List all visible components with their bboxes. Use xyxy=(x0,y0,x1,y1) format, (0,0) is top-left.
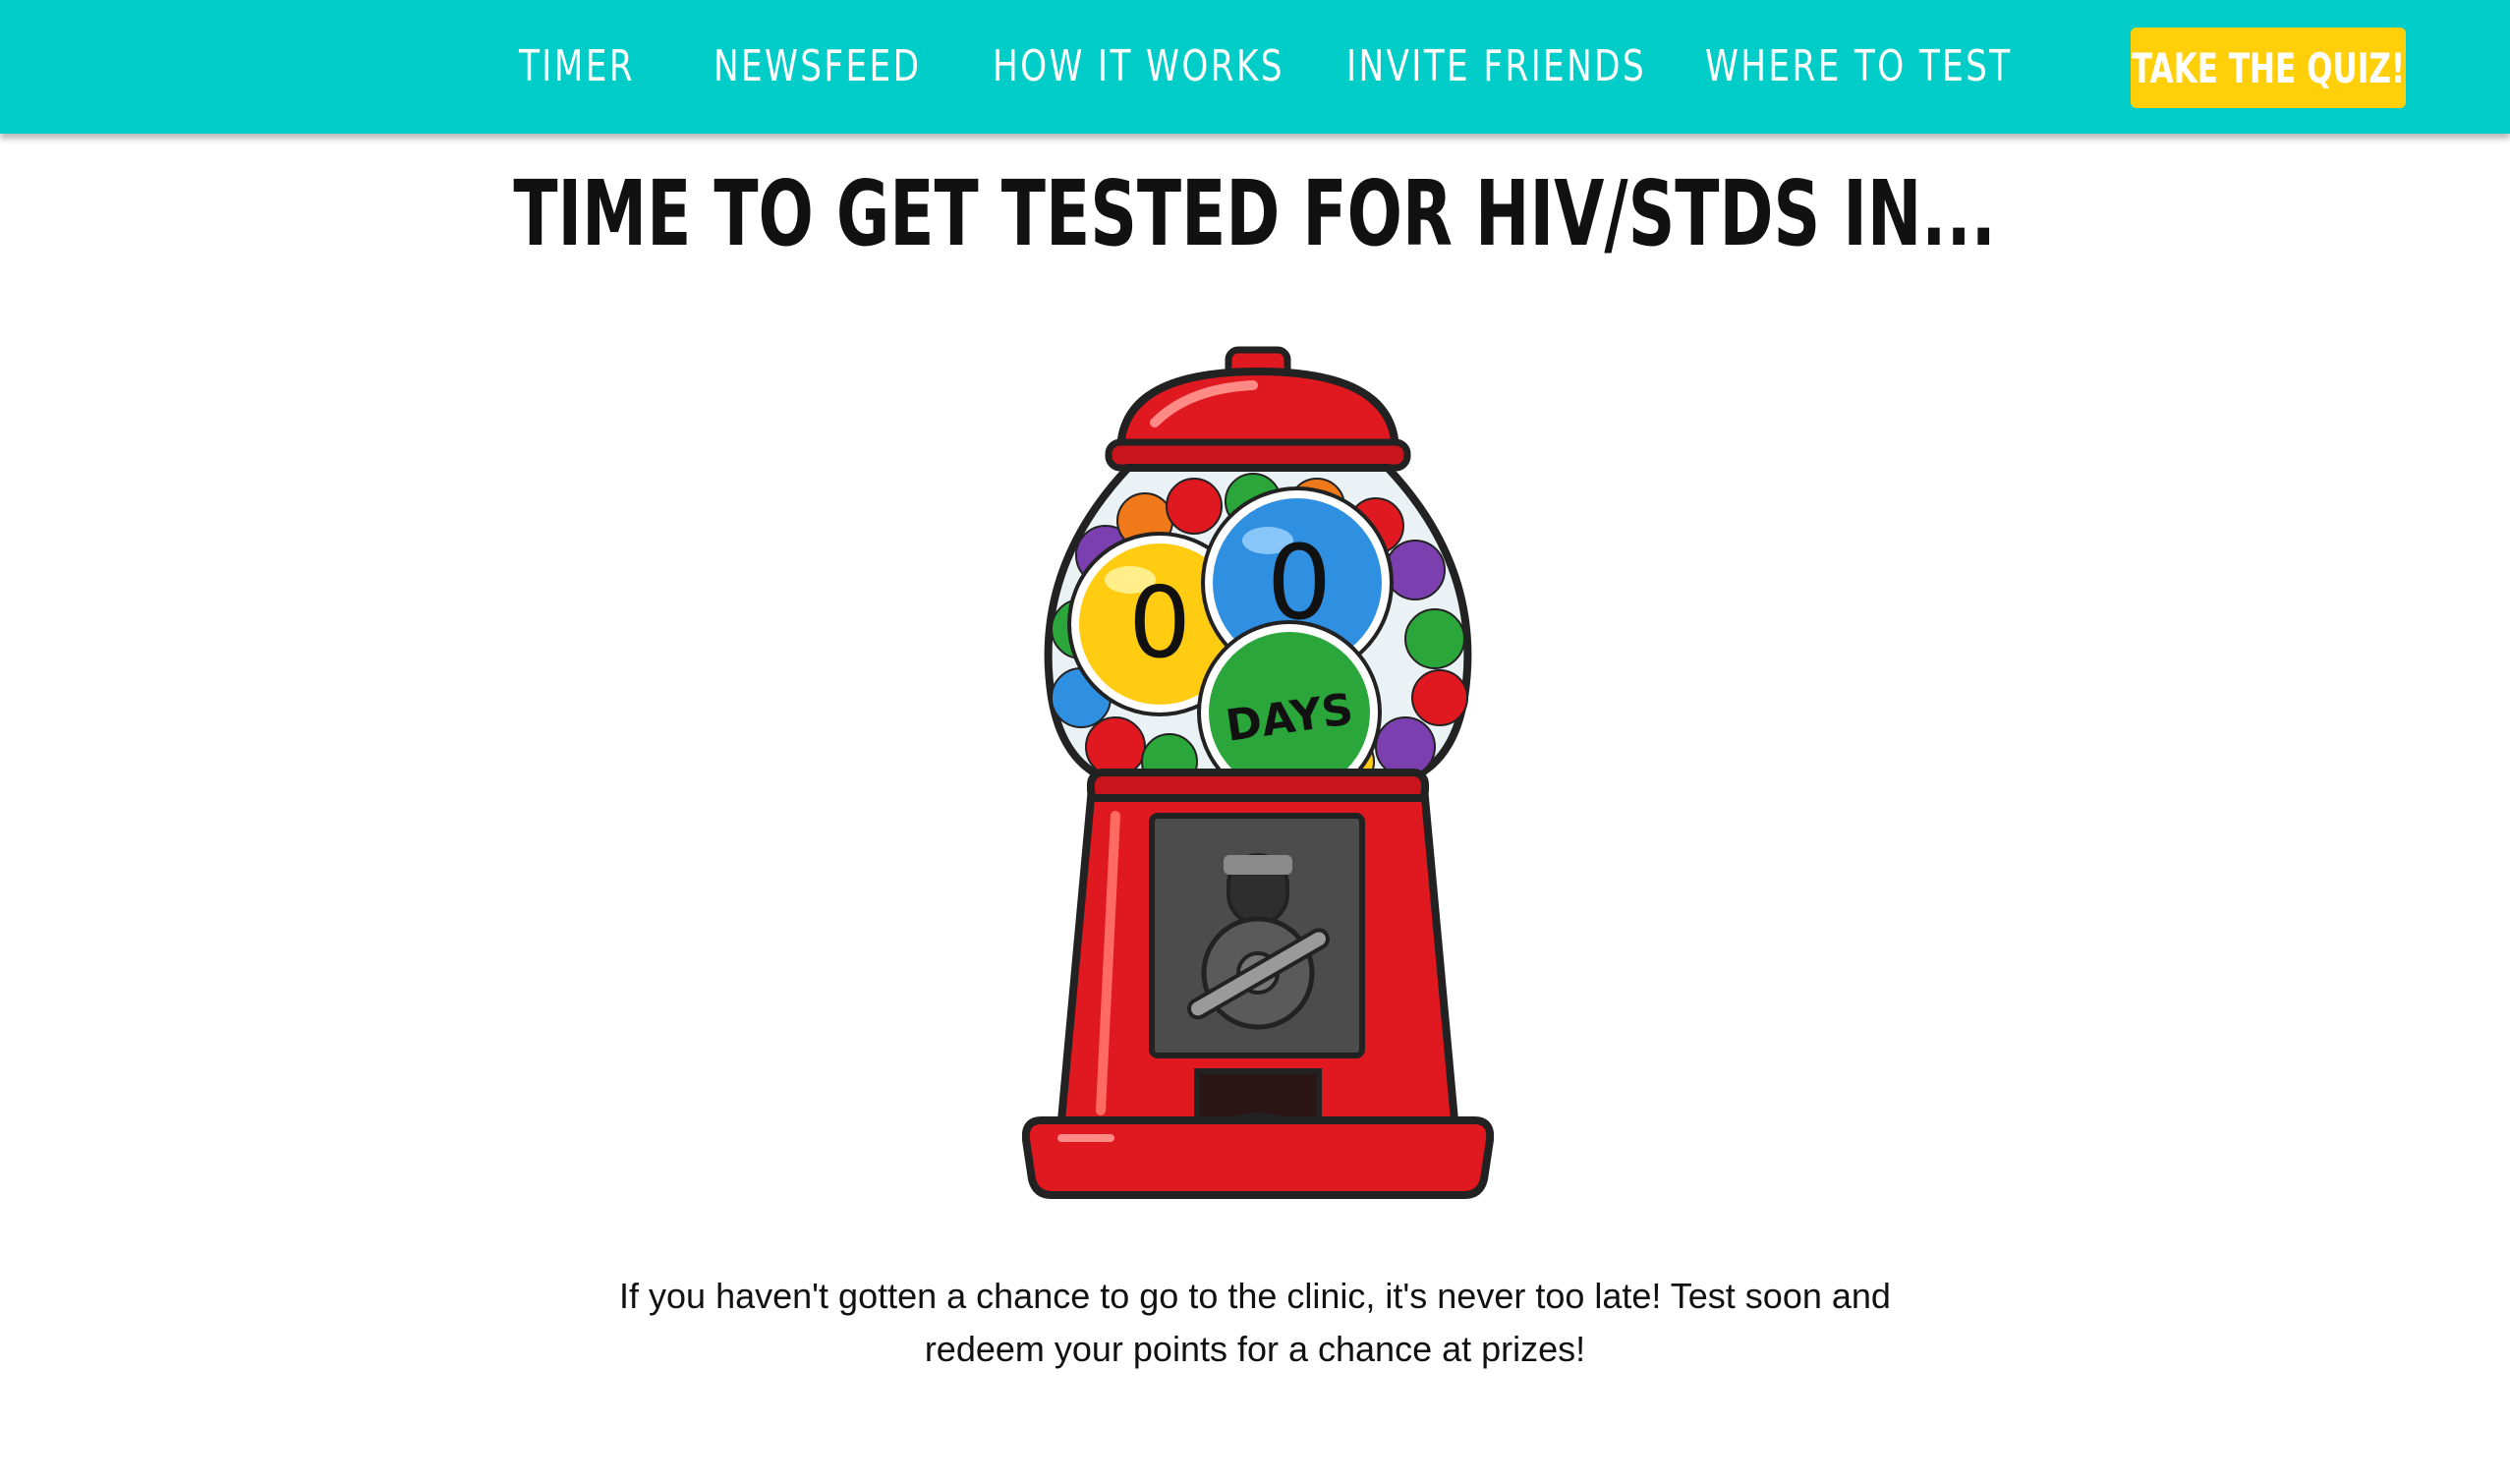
page-title: TIME TO GET TESTED FOR HIV/STDS IN... xyxy=(0,165,2510,263)
gumball-machine-icon: 0 0 DAYS xyxy=(1022,346,1494,1199)
take-the-quiz-button[interactable]: TAKE THE QUIZ! xyxy=(2131,28,2406,108)
coin-slot-top xyxy=(1224,855,1292,875)
countdown-digit-1: 0 xyxy=(1128,565,1191,680)
encouragement-text: If you haven't gotten a chance to go to … xyxy=(619,1276,1891,1369)
nav-item-invite-friends[interactable]: INVITE FRIENDS xyxy=(1346,35,1646,98)
page-title-text: TIME TO GET TESTED FOR HIV/STDS IN... xyxy=(513,161,1997,266)
nav-item-how-it-works[interactable]: HOW IT WORKS xyxy=(993,35,1284,98)
nav-item-where-to-test[interactable]: WHERE TO TEST xyxy=(1705,35,2013,98)
top-navigation-bar: TIMER NEWSFEED HOW IT WORKS INVITE FRIEN… xyxy=(0,0,2510,134)
take-the-quiz-label: TAKE THE QUIZ! xyxy=(2131,43,2406,92)
machine-base xyxy=(1022,1116,1494,1199)
nav-item-timer[interactable]: TIMER xyxy=(519,35,635,98)
nav-item-newsfeed[interactable]: NEWSFEED xyxy=(713,35,921,98)
